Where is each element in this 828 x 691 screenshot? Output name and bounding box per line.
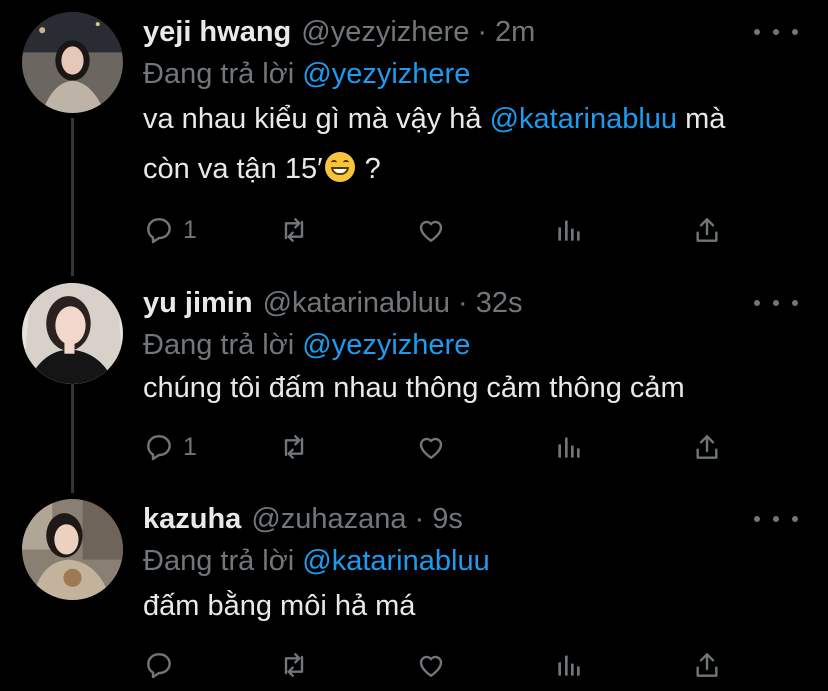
text-segment: va nhau kiểu gì mà vậy hả bbox=[143, 103, 490, 135]
more-icon[interactable] bbox=[754, 511, 798, 527]
username[interactable]: @katarinabluu bbox=[263, 287, 450, 320]
separator: · bbox=[414, 502, 425, 535]
heart-icon bbox=[419, 220, 443, 242]
analytics-button[interactable] bbox=[553, 645, 585, 685]
analytics-icon bbox=[558, 220, 580, 241]
timestamp[interactable]: 32s bbox=[476, 287, 523, 320]
text-segment: mà bbox=[677, 103, 726, 135]
heart-icon bbox=[419, 437, 443, 459]
share-icon bbox=[696, 653, 718, 677]
username[interactable]: @zuhazana bbox=[251, 503, 406, 536]
avatar-photo bbox=[22, 12, 123, 113]
display-name[interactable]: kazuha bbox=[143, 503, 241, 536]
replying-to: Đang trả lời @katarinabluu bbox=[143, 545, 490, 578]
reply-count: 1 bbox=[183, 215, 197, 244]
retweet-button[interactable] bbox=[278, 645, 310, 685]
heart-icon bbox=[419, 655, 443, 677]
timestamp[interactable]: 2m bbox=[495, 16, 535, 49]
replying-to: Đang trả lời @yezyizhere bbox=[143, 329, 470, 362]
more-icon[interactable] bbox=[754, 24, 798, 40]
tweet-header: yu jimin @katarinabluu · 32s bbox=[143, 283, 522, 323]
replying-to-label: Đang trả lời bbox=[143, 58, 295, 90]
reply-icon bbox=[147, 653, 171, 679]
tweet-header: yeji hwang @yezyizhere · 2m bbox=[143, 12, 535, 52]
like-button[interactable] bbox=[415, 427, 447, 467]
retweet-button[interactable] bbox=[278, 427, 310, 467]
replying-to: Đang trả lời @yezyizhere bbox=[143, 58, 470, 91]
text-segment: còn va tận 15′ bbox=[143, 153, 323, 185]
mention-link[interactable]: @yezyizhere bbox=[302, 58, 470, 90]
share-button[interactable] bbox=[691, 427, 723, 467]
tweet[interactable]: yu jimin @katarinabluu · 32s Đang trả lờ… bbox=[0, 283, 828, 483]
avatar[interactable] bbox=[22, 283, 123, 384]
reply-icon bbox=[147, 435, 171, 461]
share-icon bbox=[696, 218, 718, 242]
tweet-text: đấm bằng môi hả má bbox=[143, 590, 416, 622]
avatar[interactable] bbox=[22, 12, 123, 113]
tweet-header: kazuha @zuhazana · 9s bbox=[143, 499, 463, 539]
retweet-icon bbox=[284, 435, 304, 459]
mention-link[interactable]: @katarinabluu bbox=[490, 103, 677, 135]
timestamp[interactable]: 9s bbox=[432, 503, 463, 536]
retweet-icon bbox=[284, 218, 304, 242]
tweet[interactable]: yeji hwang @yezyizhere · 2m Đang trả lời… bbox=[0, 12, 828, 262]
username[interactable]: @yezyizhere bbox=[301, 16, 469, 49]
analytics-icon bbox=[558, 655, 580, 676]
retweet-button[interactable] bbox=[278, 210, 310, 250]
share-button[interactable] bbox=[691, 645, 723, 685]
reply-button[interactable] bbox=[143, 645, 183, 685]
tweet[interactable]: kazuha @zuhazana · 9s Đang trả lời @kata… bbox=[0, 499, 828, 691]
avatar-photo bbox=[22, 499, 123, 600]
action-bar: 1 bbox=[143, 427, 743, 467]
like-button[interactable] bbox=[415, 645, 447, 685]
separator: · bbox=[458, 286, 468, 319]
replying-to-label: Đang trả lời bbox=[143, 545, 295, 577]
analytics-button[interactable] bbox=[553, 427, 585, 467]
more-icon[interactable] bbox=[754, 295, 798, 311]
reply-icon bbox=[147, 218, 171, 244]
analytics-icon bbox=[558, 437, 580, 458]
tweet-text: va nhau kiểu gì mà vậy hả @katarinabluu … bbox=[143, 94, 725, 194]
tweet-text-line: còn va tận 15′ ? bbox=[143, 144, 725, 194]
analytics-button[interactable] bbox=[553, 210, 585, 250]
reply-button[interactable]: 1 bbox=[143, 210, 197, 250]
retweet-icon bbox=[284, 653, 304, 677]
text-segment: ? bbox=[356, 153, 381, 185]
tweet-text: chúng tôi đấm nhau thông cảm thông cảm bbox=[143, 372, 685, 404]
display-name[interactable]: yu jimin bbox=[143, 287, 253, 320]
mention-link[interactable]: @yezyizhere bbox=[302, 329, 470, 361]
reply-button[interactable]: 1 bbox=[143, 427, 197, 467]
action-bar: 1 bbox=[143, 210, 743, 250]
display-name[interactable]: yeji hwang bbox=[143, 16, 291, 49]
replying-to-label: Đang trả lời bbox=[143, 329, 295, 361]
reply-count: 1 bbox=[183, 432, 197, 461]
tweet-text-line: va nhau kiểu gì mà vậy hả @katarinabluu … bbox=[143, 94, 725, 144]
separator: · bbox=[477, 15, 487, 48]
avatar[interactable] bbox=[22, 499, 123, 600]
like-button[interactable] bbox=[415, 210, 447, 250]
mention-link[interactable]: @katarinabluu bbox=[302, 545, 489, 577]
share-button[interactable] bbox=[691, 210, 723, 250]
share-icon bbox=[696, 435, 718, 459]
avatar-photo bbox=[22, 283, 123, 384]
action-bar bbox=[143, 645, 743, 685]
grinning-face-emoji bbox=[324, 152, 355, 182]
